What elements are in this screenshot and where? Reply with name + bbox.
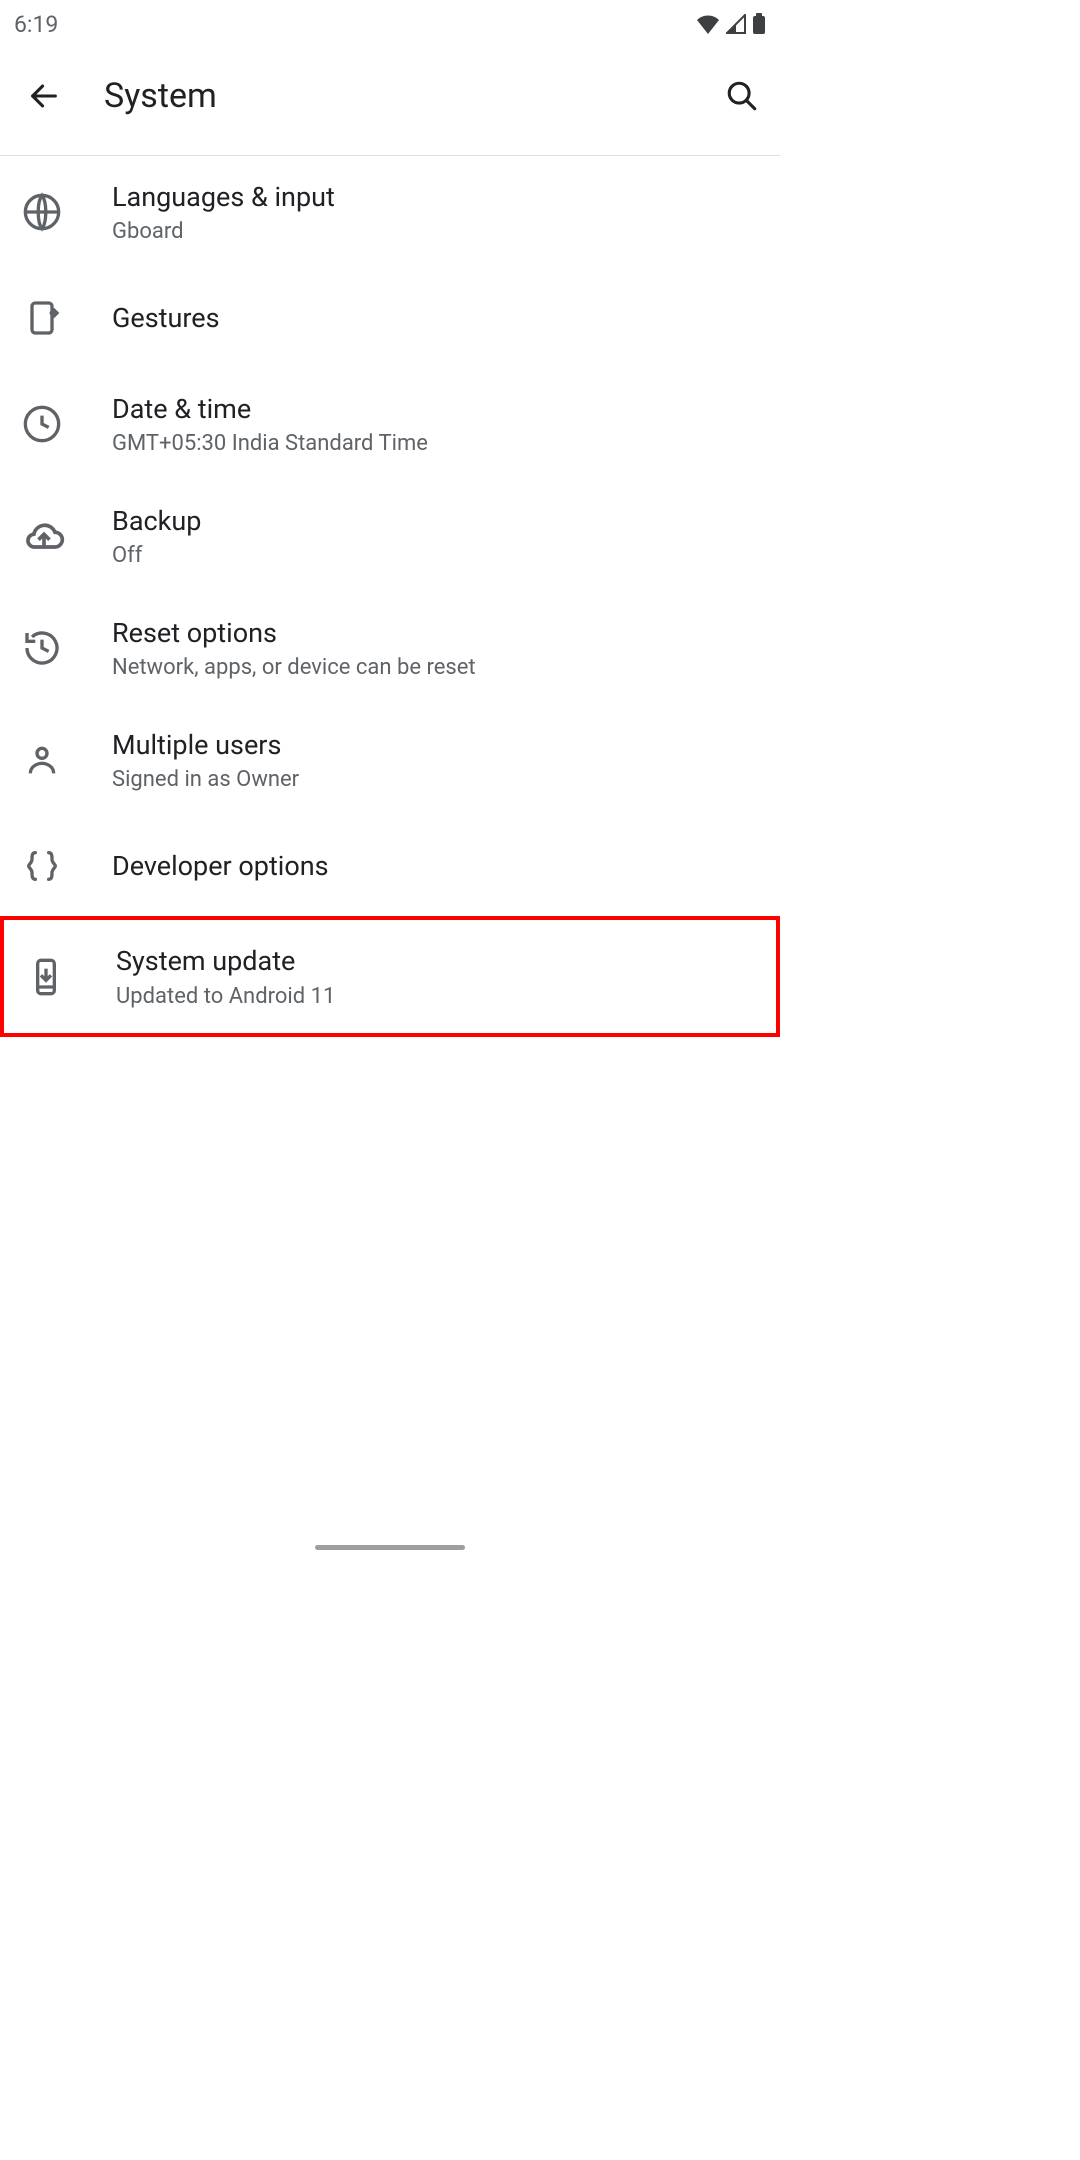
item-title: Gestures [112, 301, 762, 336]
item-title: Date & time [112, 392, 762, 427]
code-braces-icon [18, 846, 112, 886]
gestures-icon [18, 298, 112, 338]
highlight-annotation: System update Updated to Android 11 [0, 916, 780, 1036]
item-subtitle: Gboard [112, 219, 762, 244]
item-system-update[interactable]: System update Updated to Android 11 [4, 920, 776, 1032]
item-reset-options[interactable]: Reset options Network, apps, or device c… [0, 592, 780, 704]
item-multiple-users[interactable]: Multiple users Signed in as Owner [0, 704, 780, 816]
item-backup[interactable]: Backup Off [0, 480, 780, 592]
item-subtitle: Network, apps, or device can be reset [112, 655, 762, 680]
cloud-upload-icon [18, 514, 112, 558]
history-icon [18, 628, 112, 668]
item-title: Developer options [112, 849, 762, 884]
item-title: System update [116, 944, 758, 979]
person-icon [18, 740, 112, 780]
item-languages-input[interactable]: Languages & input Gboard [0, 156, 780, 268]
item-title: Reset options [112, 616, 762, 651]
system-update-icon [22, 957, 116, 997]
status-icons [696, 13, 766, 35]
item-subtitle: Off [112, 543, 762, 568]
cellular-icon [726, 14, 746, 34]
settings-list: Languages & input Gboard Gestures Date &… [0, 156, 780, 1037]
item-date-time[interactable]: Date & time GMT+05:30 India Standard Tim… [0, 368, 780, 480]
app-bar: System [0, 48, 780, 156]
item-title: Multiple users [112, 728, 762, 763]
item-subtitle: Updated to Android 11 [116, 984, 758, 1009]
status-bar: 6:19 [0, 0, 780, 48]
search-button[interactable] [718, 79, 766, 113]
back-button[interactable] [14, 79, 74, 113]
item-subtitle: Signed in as Owner [112, 767, 762, 792]
globe-icon [18, 192, 112, 232]
page-title: System [74, 76, 718, 116]
item-gestures[interactable]: Gestures [0, 268, 780, 368]
wifi-icon [696, 14, 720, 34]
battery-icon [752, 13, 766, 35]
clock-icon [18, 404, 112, 444]
item-title: Languages & input [112, 180, 762, 215]
item-subtitle: GMT+05:30 India Standard Time [112, 431, 762, 456]
gesture-nav-bar[interactable] [315, 1545, 465, 1550]
item-title: Backup [112, 504, 762, 539]
item-developer-options[interactable]: Developer options [0, 816, 780, 916]
status-time: 6:19 [14, 11, 58, 38]
